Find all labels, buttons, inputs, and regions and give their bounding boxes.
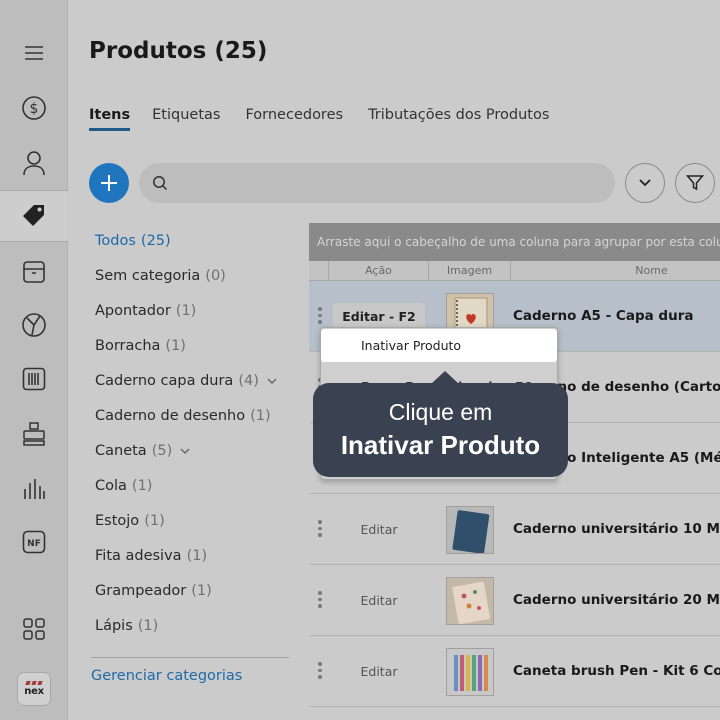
expand-button[interactable] (625, 163, 665, 203)
category-item[interactable]: Todos (25) (95, 229, 295, 264)
product-name: Caneta brush Pen - Kit 6 Cores (513, 663, 720, 679)
add-product-button[interactable] (89, 163, 129, 203)
category-list: Todos (25) Sem categoria (0) Apontador (1) … (95, 229, 295, 649)
divider (91, 657, 289, 658)
tab-itens[interactable]: Itens (89, 107, 131, 131)
cash-register-icon[interactable] (0, 408, 68, 460)
group-by-drop-zone[interactable]: Arraste aqui o cabeçalho de uma coluna p… (309, 223, 720, 261)
search-input[interactable] (139, 163, 615, 203)
manage-categories-link[interactable]: Gerenciar categorias (91, 668, 242, 684)
header-acao[interactable]: Ação (328, 261, 428, 281)
product-image (446, 648, 494, 696)
header-imagem[interactable]: Imagem (428, 261, 510, 281)
nf-icon[interactable]: NF (0, 516, 68, 568)
nav-rail: $ NF nex (0, 0, 68, 720)
table-row[interactable]: Editar Caderno universitário 20 Matérias (309, 565, 720, 636)
tooltip-arrow (431, 371, 459, 384)
header-nome[interactable]: Nome (510, 261, 720, 281)
chart-pie-icon[interactable] (0, 299, 68, 351)
category-item[interactable]: Cola (1) (95, 474, 295, 509)
money-icon[interactable]: $ (0, 82, 68, 134)
product-image (446, 506, 494, 554)
category-item[interactable]: Caneta (5) (95, 439, 295, 474)
category-item[interactable]: Lápis (1) (95, 614, 295, 649)
filter-button[interactable] (675, 163, 715, 203)
plus-icon (101, 175, 117, 191)
barcode-icon[interactable] (0, 353, 68, 405)
svg-text:NF: NF (27, 539, 41, 549)
logo-text: nex (24, 686, 44, 697)
nex-logo[interactable]: nex (17, 672, 51, 706)
category-item[interactable]: Estojo (1) (95, 509, 295, 544)
tooltip-line2: Inativar Produto (340, 430, 541, 460)
row-menu-icon[interactable] (318, 307, 322, 327)
category-item[interactable]: Borracha (1) (95, 334, 295, 369)
grid-header: Ação Imagem Nome (309, 261, 720, 281)
menu-icon[interactable] (0, 27, 68, 79)
category-item[interactable]: Sem categoria (0) (95, 264, 295, 299)
table-row[interactable]: Editar Caderno universitário 10 Matérias (309, 494, 720, 565)
category-item[interactable]: Apontador (1) (95, 299, 295, 334)
tab-fornecedores[interactable]: Fornecedores (245, 107, 343, 131)
chevron-down-icon[interactable] (267, 378, 277, 385)
inativar-produto-menu-item[interactable]: Inativar Produto (321, 329, 557, 362)
product-image (446, 577, 494, 625)
edit-button[interactable]: Editar (333, 658, 425, 686)
register-icon[interactable] (0, 246, 68, 298)
tab-etiquetas[interactable]: Etiquetas (152, 107, 220, 131)
search-icon (153, 176, 168, 191)
product-name: Caderno universitário 20 Matérias (513, 592, 720, 608)
chevron-down-icon (639, 179, 651, 187)
category-item[interactable]: Caderno capa dura (4) (95, 369, 295, 404)
apps-icon[interactable] (0, 603, 68, 655)
row-menu-icon[interactable] (318, 520, 322, 540)
category-item[interactable]: Caderno de desenho (1) (95, 404, 295, 439)
edit-button[interactable]: Editar (333, 516, 425, 544)
chevron-down-icon[interactable] (180, 448, 190, 455)
row-menu-icon[interactable] (318, 662, 322, 682)
logo-stripes (25, 681, 43, 685)
bar-chart-icon[interactable] (0, 463, 68, 515)
category-item[interactable]: Fita adesiva (1) (95, 544, 295, 579)
edit-button[interactable]: Editar (333, 587, 425, 615)
user-icon[interactable] (0, 137, 68, 189)
table-row[interactable]: Editar Caneta brush Pen - Kit 6 Cores (309, 636, 720, 707)
filter-icon (686, 175, 704, 191)
page-title: Produtos (25) (89, 38, 268, 64)
tab-bar: Itens Etiquetas Fornecedores Tributações… (89, 107, 574, 131)
tooltip-line1: Clique em (388, 399, 493, 425)
instruction-tooltip: Clique em Inativar Produto (313, 371, 568, 477)
category-item[interactable]: Grampeador (1) (95, 579, 295, 614)
product-name: Caderno universitário 10 Matérias (513, 521, 720, 537)
svg-text:$: $ (30, 101, 39, 117)
tab-tributacoes[interactable]: Tributações dos Produtos (368, 107, 549, 131)
row-menu-icon[interactable] (318, 591, 322, 611)
tag-icon[interactable] (0, 190, 68, 242)
